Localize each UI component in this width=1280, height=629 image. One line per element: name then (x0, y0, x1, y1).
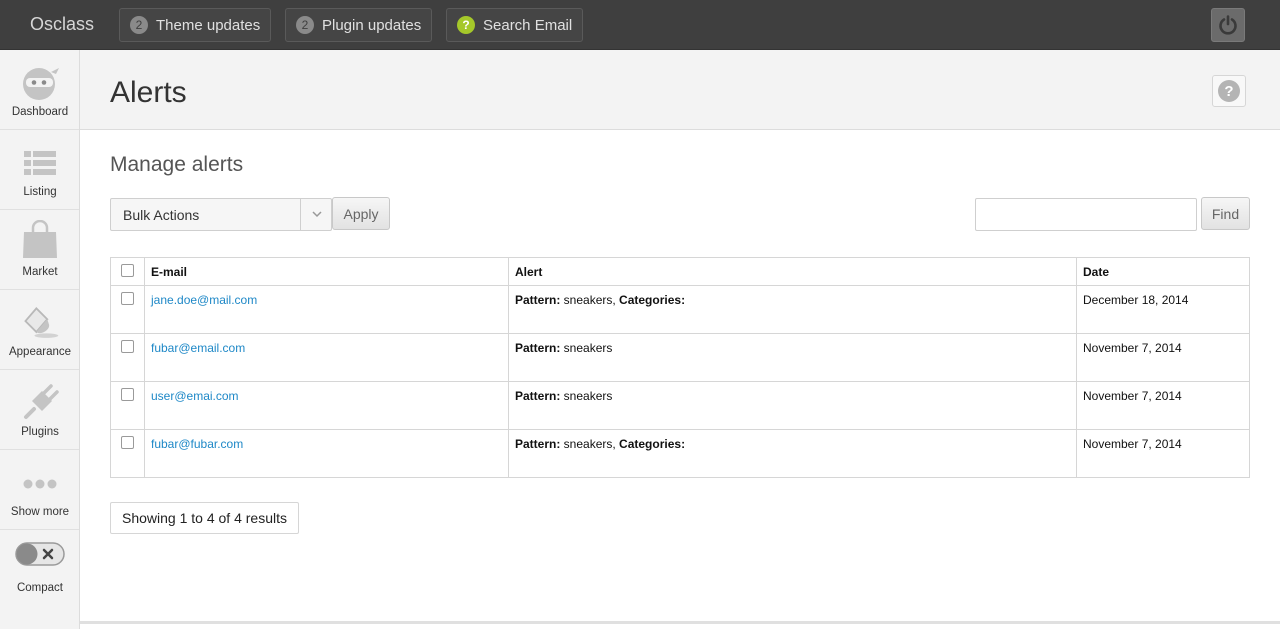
row-checkbox-cell (110, 429, 145, 478)
email-link[interactable]: user@emai.com (151, 389, 239, 403)
row-checkbox-cell (110, 285, 145, 334)
sidebar-item-market[interactable]: Market (0, 210, 79, 290)
theme-updates-count-badge: 2 (130, 16, 148, 34)
row-checkbox[interactable] (121, 436, 134, 449)
pattern-label: Pattern: (515, 341, 561, 355)
email-cell: fubar@fubar.com (144, 429, 509, 478)
power-button[interactable] (1211, 8, 1245, 42)
email-link[interactable]: jane.doe@mail.com (151, 293, 257, 307)
categories-label: Categories: (619, 437, 686, 451)
select-all-checkbox[interactable] (121, 264, 134, 277)
pattern-value: sneakers, (560, 437, 620, 451)
brand-logo[interactable]: Osclass (30, 14, 94, 35)
pattern-label: Pattern: (515, 293, 561, 307)
sidebar-item-appearance[interactable]: Appearance (0, 290, 79, 370)
sidebar: Dashboard Listing Market Appearance Plug… (0, 50, 80, 629)
sidebar-item-plugins[interactable]: Plugins (0, 370, 79, 450)
question-badge-icon: ? (457, 16, 475, 34)
plugin-updates-label: Plugin updates (322, 16, 422, 34)
table-row: user@emai.com Pattern: sneakers November… (110, 381, 1250, 430)
dashboard-ninja-icon (20, 66, 60, 102)
email-cell: fubar@email.com (144, 333, 509, 382)
alert-cell: Pattern: sneakers, Categories: (508, 429, 1077, 478)
date-cell: November 7, 2014 (1076, 381, 1250, 430)
select-all-cell (110, 257, 145, 286)
pattern-label: Pattern: (515, 389, 561, 403)
search-input[interactable] (975, 198, 1197, 231)
find-button[interactable]: Find (1201, 197, 1250, 230)
column-header-email[interactable]: E-mail (144, 257, 509, 286)
plugin-updates-count-badge: 2 (296, 16, 314, 34)
row-checkbox-cell (110, 381, 145, 430)
compact-label: Compact (16, 582, 64, 594)
chevron-down-icon (300, 199, 332, 230)
compact-toggle-container: Compact (0, 530, 79, 609)
sidebar-item-dashboard[interactable]: Dashboard (0, 50, 79, 130)
plug-icon (20, 384, 60, 420)
sidebar-item-label: Dashboard (11, 106, 69, 118)
sidebar-item-listing[interactable]: Listing (0, 130, 79, 210)
sidebar-item-show-more[interactable]: Show more (0, 450, 79, 530)
row-checkbox-cell (110, 333, 145, 382)
column-header-date[interactable]: Date (1076, 257, 1250, 286)
ellipsis-icon (20, 466, 60, 502)
email-cell: jane.doe@mail.com (144, 285, 509, 334)
section-title: Manage alerts (110, 153, 244, 176)
sidebar-item-label: Listing (23, 186, 57, 198)
search-email-label: Search Email (483, 16, 573, 34)
email-cell: user@emai.com (144, 381, 509, 430)
toggle-switch-icon (15, 542, 65, 566)
list-icon (20, 146, 60, 182)
pattern-label: Pattern: (515, 437, 561, 451)
pattern-value: sneakers, (560, 293, 620, 307)
alert-cell: Pattern: sneakers (508, 381, 1077, 430)
column-header-alert[interactable]: Alert (508, 257, 1077, 286)
pattern-value: sneakers (560, 389, 613, 403)
categories-label: Categories: (619, 293, 686, 307)
apply-button[interactable]: Apply (332, 197, 390, 230)
search-email-button[interactable]: ? Search Email (446, 8, 584, 42)
sidebar-item-label: Show more (10, 506, 70, 518)
top-bar: Osclass 2 Theme updates 2 Plugin updates… (0, 0, 1280, 50)
sidebar-item-label: Appearance (8, 346, 72, 358)
results-count: Showing 1 to 4 of 4 results (110, 502, 299, 534)
page-title: Alerts (110, 76, 187, 109)
sidebar-item-label: Plugins (21, 426, 59, 438)
row-checkbox[interactable] (121, 292, 134, 305)
power-icon (1219, 15, 1237, 35)
date-cell: November 7, 2014 (1076, 333, 1250, 382)
row-checkbox[interactable] (121, 388, 134, 401)
page-header: Alerts ? (80, 50, 1280, 130)
table-header-row: E-mail Alert Date (110, 257, 1250, 286)
bulk-actions-value: Bulk Actions (123, 207, 200, 223)
sidebar-item-label: Market (22, 266, 58, 278)
paint-bucket-icon (20, 304, 60, 340)
help-icon: ? (1218, 80, 1240, 102)
plugin-updates-button[interactable]: 2 Plugin updates (285, 8, 433, 42)
theme-updates-label: Theme updates (156, 16, 261, 34)
row-checkbox[interactable] (121, 340, 134, 353)
footer-divider (80, 621, 1280, 624)
date-cell: November 7, 2014 (1076, 429, 1250, 478)
email-link[interactable]: fubar@fubar.com (151, 437, 243, 451)
help-button[interactable]: ? (1212, 75, 1246, 107)
bulk-actions-select[interactable]: Bulk Actions (110, 198, 332, 231)
compact-toggle[interactable] (15, 542, 65, 571)
alert-cell: Pattern: sneakers, Categories: (508, 285, 1077, 334)
table-row: fubar@email.com Pattern: sneakers Novemb… (110, 333, 1250, 382)
alerts-table: E-mail Alert Date jane.doe@mail.com Patt… (110, 257, 1250, 478)
theme-updates-button[interactable]: 2 Theme updates (119, 8, 272, 42)
pattern-value: sneakers (560, 341, 613, 355)
email-link[interactable]: fubar@email.com (151, 341, 245, 355)
date-cell: December 18, 2014 (1076, 285, 1250, 334)
alert-cell: Pattern: sneakers (508, 333, 1077, 382)
table-row: fubar@fubar.com Pattern: sneakers, Categ… (110, 429, 1250, 478)
table-row: jane.doe@mail.com Pattern: sneakers, Cat… (110, 285, 1250, 334)
shopping-bag-icon (20, 220, 60, 258)
